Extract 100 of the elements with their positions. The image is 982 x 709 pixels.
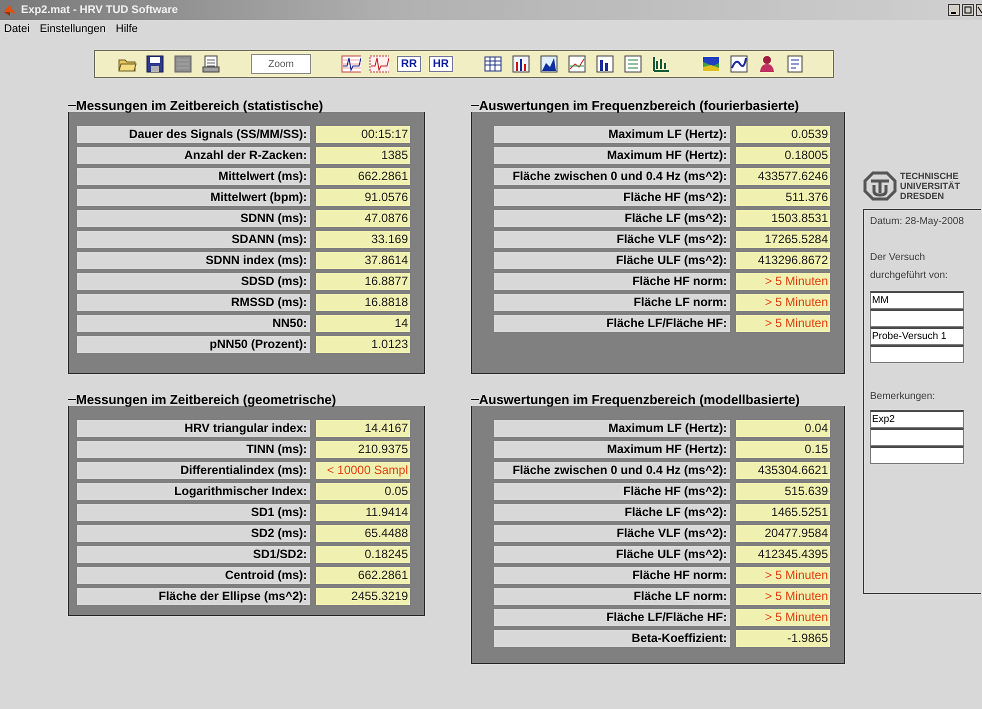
value-field: 16.8877 [316, 273, 410, 290]
value-field: > 5 Minuten [736, 315, 830, 332]
field-label: Fläche VLF (ms^2): [494, 231, 730, 248]
value-field: 1.0123 [316, 336, 410, 353]
logo-text: DRESDEN [900, 191, 946, 201]
square-icon[interactable] [173, 54, 193, 74]
plot-icon[interactable] [650, 54, 671, 74]
field-label: TINN (ms): [77, 441, 310, 458]
input-field[interactable] [870, 345, 964, 363]
date-text: Datum: 28-May-2008 [870, 216, 965, 227]
field-label: Fläche ULF (ms^2): [494, 546, 730, 563]
close-icon[interactable] [976, 4, 982, 16]
app-icon [3, 3, 17, 17]
field-label: pNN50 (Prozent): [77, 336, 310, 353]
value-field: 662.2861 [316, 567, 410, 584]
value-field: > 5 Minuten [736, 273, 830, 290]
field-label: Fläche HF (ms^2): [494, 189, 730, 206]
document-icon[interactable] [784, 54, 805, 74]
value-field: 0.04 [736, 420, 830, 437]
ecg-icon[interactable] [369, 54, 389, 74]
input-field[interactable]: Exp2 [870, 410, 964, 428]
value-field: 11.9414 [316, 504, 410, 521]
ecg-icon[interactable] [341, 54, 361, 74]
value-field: 435304.6621 [736, 462, 830, 479]
value-field: 00:15:17 [316, 126, 410, 143]
field-label: Differentialindex (ms): [77, 462, 310, 479]
zoom-button[interactable]: Zoom [251, 54, 311, 74]
field-label: Fläche HF norm: [494, 273, 730, 290]
field-label: Maximum LF (Hertz): [494, 126, 730, 143]
value-field: 0.18005 [736, 147, 830, 164]
field-label: SD1/SD2: [77, 546, 310, 563]
operator-label: Der Versuch durchgeführt von: [870, 251, 949, 283]
curve-icon[interactable] [728, 54, 749, 74]
input-field[interactable]: Probe-Versuch 1 [870, 327, 964, 345]
menu-item[interactable]: Datei [4, 23, 30, 37]
bar-chart-icon[interactable] [594, 54, 615, 74]
value-field: 0.05 [316, 483, 410, 500]
menu-item[interactable]: Einstellungen [40, 23, 106, 37]
input-field[interactable] [870, 309, 964, 327]
value-field: 37.8614 [316, 252, 410, 269]
value-field: 1465.5251 [736, 504, 830, 521]
value-field: 413296.8672 [736, 252, 830, 269]
menu-item[interactable]: Hilfe [116, 23, 138, 37]
value-field: 14 [316, 315, 410, 332]
document-icon[interactable] [201, 54, 221, 74]
field-label: Fläche LF (ms^2): [494, 210, 730, 227]
input-field[interactable] [870, 428, 964, 446]
value-field: > 5 Minuten [736, 609, 830, 626]
field-label: Fläche VLF (ms^2): [494, 525, 730, 542]
panel-title: Auswertungen im Frequenzbereich (modellbasierte) [479, 392, 800, 406]
value-field: < 10000 Sampl [316, 462, 410, 479]
field-label: Logarithmischer Index: [77, 483, 310, 500]
bar-chart-icon[interactable] [510, 54, 531, 74]
value-field: 412345.4395 [736, 546, 830, 563]
field-label: Fläche LF norm: [494, 588, 730, 605]
field-label: SDNN index (ms): [77, 252, 310, 269]
value-field: 2455.3219 [316, 588, 410, 605]
area-chart-icon[interactable] [538, 54, 559, 74]
value-field: > 5 Minuten [736, 294, 830, 311]
value-field: > 5 Minuten [736, 567, 830, 584]
value-field: 662.2861 [316, 168, 410, 185]
input-field[interactable]: MM [870, 291, 964, 309]
maximize-icon[interactable] [962, 4, 974, 16]
field-label: RMSSD (ms): [77, 294, 310, 311]
line-chart-icon[interactable] [566, 54, 587, 74]
toolbar-button[interactable]: HR [428, 56, 453, 72]
save-icon[interactable] [145, 54, 165, 74]
field-label: Anzahl der R-Zacken: [77, 147, 310, 164]
input-field[interactable] [870, 446, 964, 464]
value-field: 0.15 [736, 441, 830, 458]
field-label: Fläche LF norm: [494, 294, 730, 311]
toolbar-button[interactable]: RR [397, 56, 421, 72]
minimize-icon[interactable] [948, 4, 960, 16]
value-field: 14.4167 [316, 420, 410, 437]
field-label: NN50: [77, 315, 310, 332]
map-icon[interactable] [700, 54, 721, 74]
list-icon[interactable] [622, 54, 643, 74]
logo-icon [863, 171, 897, 201]
field-label: Fläche LF/Fläche HF: [494, 315, 730, 332]
field-label: Beta-Koeffizient: [494, 630, 730, 647]
value-field: 433577.6246 [736, 168, 830, 185]
field-label: HRV triangular index: [77, 420, 310, 437]
field-label: Maximum LF (Hertz): [494, 420, 730, 437]
value-field: 511.376 [736, 189, 830, 206]
value-field: 210.9375 [316, 441, 410, 458]
field-label: SDSD (ms): [77, 273, 310, 290]
value-field: 0.18245 [316, 546, 410, 563]
field-label: Centroid (ms): [77, 567, 310, 584]
value-field: 47.0876 [316, 210, 410, 227]
value-field: 65.4488 [316, 525, 410, 542]
field-label: Mittelwert (bpm): [77, 189, 310, 206]
field-label: Fläche ULF (ms^2): [494, 252, 730, 269]
value-field: 17265.5284 [736, 231, 830, 248]
table-icon[interactable] [482, 54, 503, 74]
field-label: Fläche zwischen 0 und 0.4 Hz (ms^2): [494, 462, 730, 479]
panel-title: Messungen im Zeitbereich (geometrische) [76, 392, 336, 406]
field-label: Fläche der Ellipse (ms^2): [77, 588, 310, 605]
panel-title: Auswertungen im Frequenzbereich (fourierbasierte) [479, 98, 800, 112]
value-field: 1385 [316, 147, 410, 164]
value-field: -1.9865 [736, 630, 830, 647]
